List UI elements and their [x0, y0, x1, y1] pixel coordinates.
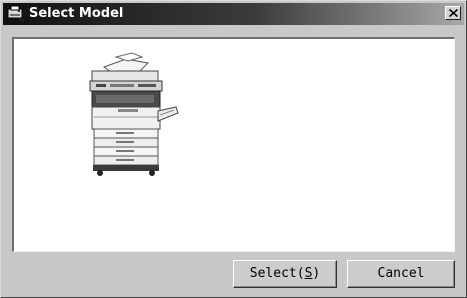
close-icon — [449, 9, 458, 17]
select-model-dialog: Select Model Select(S) Cancel — [0, 0, 467, 298]
dialog-title: Select Model — [29, 6, 124, 21]
select-button-suffix: ) — [312, 266, 321, 281]
printer-app-icon — [7, 5, 24, 22]
model-list[interactable] — [12, 37, 455, 252]
cancel-button[interactable]: Cancel — [347, 260, 455, 288]
close-button[interactable] — [445, 6, 461, 20]
select-button-prefix: Select( — [249, 266, 305, 281]
title-bar[interactable]: Select Model — [3, 3, 464, 25]
model-item[interactable] — [82, 47, 182, 177]
copier-machine-icon — [89, 52, 179, 176]
select-button[interactable]: Select(S) — [233, 260, 337, 288]
